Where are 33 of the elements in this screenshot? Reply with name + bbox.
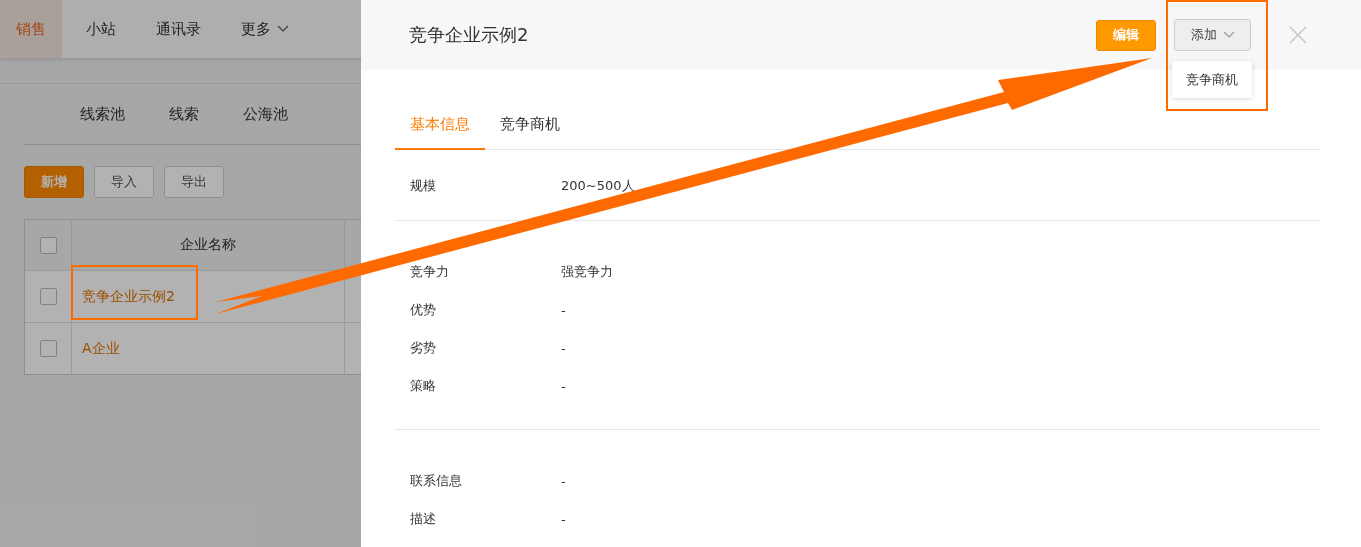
close-icon[interactable] <box>1289 26 1307 44</box>
field-value: - <box>561 511 566 527</box>
field-label: 竞争力 <box>410 263 450 281</box>
field-label: 劣势 <box>410 339 437 357</box>
nav-item[interactable]: 通讯录 <box>140 0 217 58</box>
field-value: - <box>561 302 566 318</box>
sub-tab[interactable]: 公海池 <box>243 104 288 124</box>
field-value: 200~500人 <box>561 177 635 195</box>
field-label: 策略 <box>410 377 437 395</box>
tab[interactable]: 竞争商机 <box>485 115 575 150</box>
menu-item[interactable]: 竞争商机 <box>1172 61 1252 98</box>
sub-tab[interactable]: 线索池 <box>80 104 125 124</box>
field-label: 描述 <box>410 510 437 528</box>
nav-item[interactable]: 小站 <box>70 0 132 58</box>
add-dropdown-button[interactable]: 添加 <box>1174 19 1251 51</box>
toolbar-button[interactable]: 导出 <box>164 166 224 198</box>
field-label: 联系信息 <box>410 472 463 490</box>
sub-tab[interactable]: 线索 <box>169 104 199 124</box>
chevron-down-icon <box>1222 31 1235 39</box>
chevron-down-icon <box>277 25 289 33</box>
checkbox[interactable] <box>39 340 57 357</box>
field-label: 优势 <box>410 301 437 319</box>
checkbox[interactable] <box>39 236 57 254</box>
toolbar-button[interactable]: 导入 <box>94 166 154 198</box>
field-label: 规模 <box>410 177 437 195</box>
nav-item[interactable]: 更多 <box>225 0 305 58</box>
column-header: 企业名称 <box>180 236 236 254</box>
field-value: 强竞争力 <box>561 263 613 281</box>
field-value: - <box>561 473 566 489</box>
field-value: - <box>561 340 566 356</box>
field-value: - <box>561 378 566 394</box>
checkbox[interactable] <box>39 288 57 305</box>
drawer-title: 竞争企业示例2 <box>409 23 529 47</box>
